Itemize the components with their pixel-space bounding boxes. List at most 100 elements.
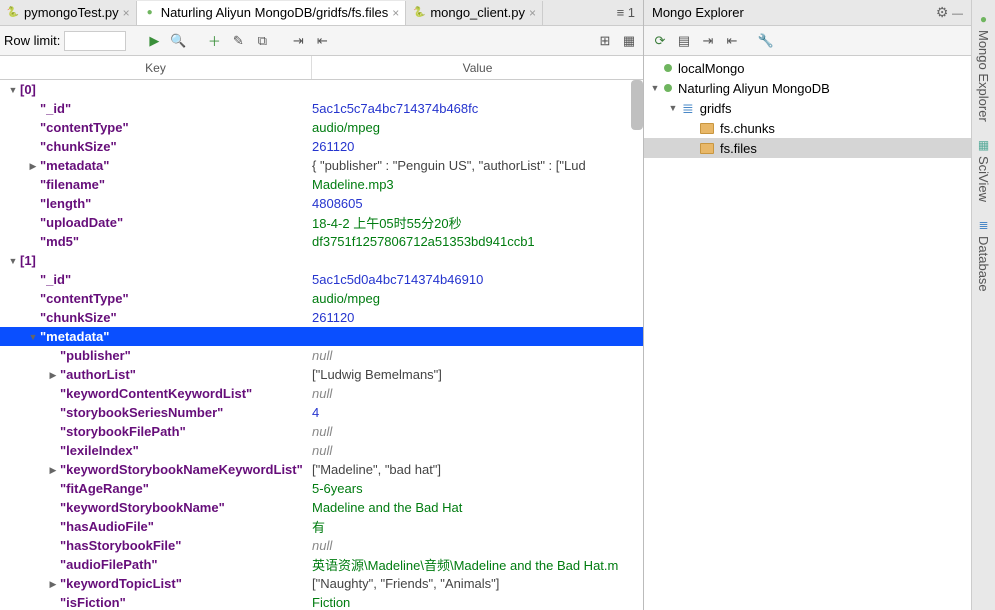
table-row[interactable]: "audioFilePath"英语资源\Madeline\音频\Madeline… (0, 555, 643, 574)
tree-item[interactable]: fs.chunks (644, 118, 971, 138)
wrench-icon[interactable]: 🔧 (756, 31, 776, 51)
run-button[interactable]: ▶ (144, 31, 164, 51)
table-row[interactable]: ▼[1] (0, 251, 643, 270)
twisty-icon[interactable]: ▼ (650, 83, 660, 93)
table-row[interactable]: "lexileIndex"null (0, 441, 643, 460)
table-row[interactable]: ▼[0] (0, 80, 643, 99)
twisty-icon (28, 294, 38, 304)
twisty-icon (28, 237, 38, 247)
twisty-icon[interactable]: ▼ (8, 256, 18, 266)
editor-tab[interactable]: 🐍 mongo_client.py × (406, 1, 543, 25)
twisty-icon[interactable]: ▶ (48, 579, 58, 589)
leaf-icon (664, 84, 672, 92)
table-row[interactable]: "storybookSeriesNumber"4 (0, 403, 643, 422)
sidebar-tab[interactable]: ▦ SciView (974, 130, 993, 210)
col-key[interactable]: Key (0, 56, 312, 79)
key-text: [0] (20, 82, 36, 97)
console-button[interactable]: ▤ (674, 31, 694, 51)
value-text: ["Ludwig Bemelmans"] (312, 365, 643, 384)
file-icon: 🐍 (412, 6, 426, 20)
expand-button[interactable]: ⇥ (288, 31, 308, 51)
sidebar-tab-icon: ▦ (978, 138, 989, 152)
collapse-all-button[interactable]: ⇤ (722, 31, 742, 51)
table-row[interactable]: "chunkSize"261120 (0, 308, 643, 327)
table-row[interactable]: ▶"authorList" ["Ludwig Bemelmans"] (0, 365, 643, 384)
close-icon[interactable]: × (529, 6, 536, 20)
tree-item[interactable]: localMongo (644, 58, 971, 78)
tab-label: Naturling Aliyun MongoDB/gridfs/fs.files (161, 5, 389, 20)
twisty-icon[interactable]: ▶ (28, 161, 38, 171)
table-row[interactable]: "_id"5ac1c5c7a4bc714374b468fc (0, 99, 643, 118)
tab-label: mongo_client.py (430, 5, 525, 20)
table-row[interactable]: "length"4808605 (0, 194, 643, 213)
key-text: "authorList" (60, 367, 136, 382)
gear-icon[interactable]: ⚙ (936, 4, 949, 20)
expand-all-button[interactable]: ⇥ (698, 31, 718, 51)
table-row[interactable]: "hasAudioFile"有 (0, 517, 643, 536)
table-row[interactable]: ▼"metadata" (0, 327, 643, 346)
table-row[interactable]: ▶"metadata"{ "publisher" : "Penguin US",… (0, 156, 643, 175)
explorer-tree[interactable]: localMongo▼Naturling Aliyun MongoDB▼≣gri… (644, 56, 971, 610)
key-text: "length" (40, 196, 91, 211)
table-row[interactable]: "storybookFilePath"null (0, 422, 643, 441)
sidebar-tab[interactable]: ≣Database (974, 210, 993, 300)
tabs-overflow[interactable]: ≡ 1 (617, 5, 635, 20)
twisty-icon[interactable]: ▼ (28, 332, 38, 342)
table-row[interactable]: "fitAgeRange"5-6years (0, 479, 643, 498)
table-row[interactable]: "chunkSize"261120 (0, 137, 643, 156)
key-text: "storybookFilePath" (60, 424, 186, 439)
table-row[interactable]: "keywordStorybookName"Madeline and the B… (0, 498, 643, 517)
table-row[interactable]: "contentType"audio/mpeg (0, 289, 643, 308)
value-text: ["Naughty", "Friends", "Animals"] (312, 574, 643, 593)
tree-item[interactable]: fs.files (644, 138, 971, 158)
table-row[interactable]: "keywordContentKeywordList"null (0, 384, 643, 403)
leaf-icon (664, 64, 672, 72)
twisty-icon (48, 351, 58, 361)
table-row[interactable]: "md5"df3751f1257806712a51353bd941ccb1 (0, 232, 643, 251)
query-toolbar: Row limit: ▶ 🔍 ＋ ✎ ⧉ ⇥ ⇤ ⊞ ▦ (0, 26, 643, 56)
table-row[interactable]: ▶"keywordStorybookNameKeywordList"["Made… (0, 460, 643, 479)
table-row[interactable]: "filename"Madeline.mp3 (0, 175, 643, 194)
twisty-icon (48, 389, 58, 399)
key-text: "chunkSize" (40, 310, 117, 325)
tree-item[interactable]: ▼Naturling Aliyun MongoDB (644, 78, 971, 98)
table-row[interactable]: "_id"5ac1c5d0a4bc714374b46910 (0, 270, 643, 289)
sidebar-tab[interactable]: ●Mongo Explorer (974, 4, 993, 130)
twisty-icon (686, 143, 696, 153)
twisty-icon[interactable]: ▼ (8, 85, 18, 95)
table-row[interactable]: "hasStorybookFile"null (0, 536, 643, 555)
collapse-button[interactable]: ⇤ (312, 31, 332, 51)
twisty-icon (48, 541, 58, 551)
table-view-button[interactable]: ▦ (619, 31, 639, 51)
table-row[interactable]: "contentType"audio/mpeg (0, 118, 643, 137)
sidebar-tab-icon: ● (980, 12, 987, 26)
editor-tab[interactable]: 🐍pymongoTest.py× (0, 1, 137, 25)
twisty-icon[interactable]: ▶ (48, 370, 58, 380)
close-icon[interactable]: × (123, 6, 130, 20)
value-text: Madeline.mp3 (312, 175, 643, 194)
close-icon[interactable]: × (392, 6, 399, 20)
refresh-button[interactable]: ⟳ (650, 31, 670, 51)
row-limit-input[interactable] (64, 31, 126, 51)
table-body[interactable]: ▼[0]"_id"5ac1c5c7a4bc714374b468fc"conten… (0, 80, 643, 610)
tree-item[interactable]: ▼≣gridfs (644, 98, 971, 118)
scrollbar-thumb[interactable] (631, 80, 643, 130)
hide-icon[interactable]: — (952, 8, 963, 20)
table-row[interactable]: "isFiction"Fiction (0, 593, 643, 610)
twisty-icon (28, 199, 38, 209)
find-button[interactable]: 🔍 (168, 31, 188, 51)
editor-tab[interactable]: ●Naturling Aliyun MongoDB/gridfs/fs.file… (137, 1, 407, 25)
table-row[interactable]: ▶"keywordTopicList"["Naughty", "Friends"… (0, 574, 643, 593)
table-row[interactable]: "uploadDate"18-4-2 上午05时55分20秒 (0, 213, 643, 232)
tree-view-button[interactable]: ⊞ (595, 31, 615, 51)
twisty-icon[interactable]: ▼ (668, 103, 678, 113)
sidebar-tab-label: SciView (976, 156, 991, 202)
col-value[interactable]: Value (312, 56, 643, 79)
key-text: "chunkSize" (40, 139, 117, 154)
twisty-icon[interactable]: ▶ (48, 465, 58, 475)
table-row[interactable]: "publisher"null (0, 346, 643, 365)
add-button[interactable]: ＋ (204, 31, 224, 51)
file-icon: 🐍 (6, 6, 20, 20)
edit-button[interactable]: ✎ (228, 31, 248, 51)
copy-button[interactable]: ⧉ (252, 31, 272, 51)
